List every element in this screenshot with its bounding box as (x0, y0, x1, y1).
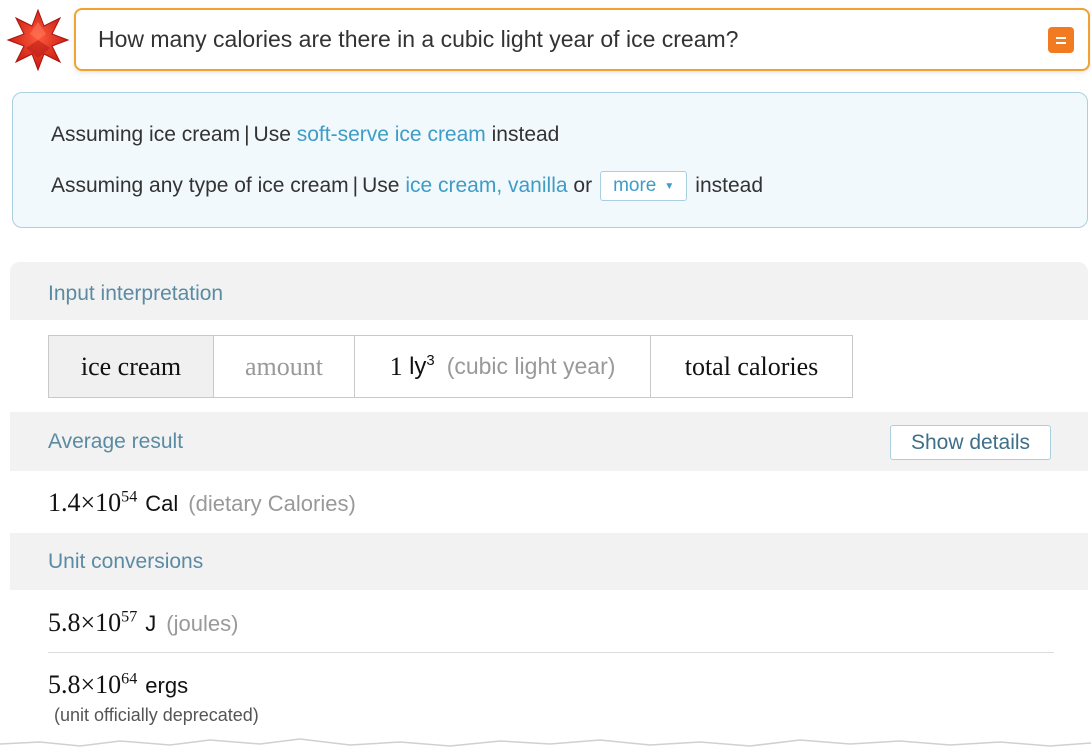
interp-cell-amount-label: amount (214, 336, 355, 397)
separator: | (352, 174, 359, 197)
conversion-unit: J (145, 611, 157, 636)
amount-number: 1 (389, 351, 403, 381)
conversion-unit: ergs (145, 673, 189, 698)
equals-icon[interactable] (1048, 27, 1074, 53)
amount-hint: (cubic light year) (446, 353, 616, 379)
amount-unit: ly3 (409, 352, 435, 380)
instead-label: instead (695, 174, 763, 197)
conversion-number: 5.8×1057 (48, 608, 138, 637)
input-interpretation-table: ice cream amount 1 ly3 (cubic light year… (48, 335, 853, 398)
conversion-row: 5.8×1064 ergs (48, 670, 188, 700)
more-label: more (613, 175, 657, 196)
torn-edge (0, 738, 1091, 752)
more-dropdown[interactable]: more ▼ (600, 171, 688, 201)
soft-serve-link[interactable]: soft-serve ice cream (297, 123, 486, 147)
or-label: or (573, 174, 593, 197)
use-label: Use (362, 174, 400, 197)
pod-title-average-result: Average result (48, 430, 184, 453)
interp-cell-amount-value: 1 ly3 (cubic light year) (355, 336, 651, 397)
wolfram-alpha-logo-icon[interactable] (6, 8, 70, 72)
interp-cell-item: ice cream (49, 336, 214, 397)
result-unit-description: (dietary Calories) (188, 491, 356, 516)
average-result-value: 1.4×1054 Cal (dietary Calories) (48, 488, 356, 518)
use-label: Use (253, 123, 291, 146)
result-number: 1.4×1054 (48, 488, 138, 517)
pod-title-input-interpretation: Input interpretation (48, 282, 224, 305)
separator: | (244, 123, 250, 146)
assumption-line: Assuming ice cream | Use soft-serve ice … (51, 123, 559, 147)
pod-title-unit-conversions: Unit conversions (48, 550, 204, 573)
interp-cell-property: total calories (684, 351, 819, 381)
results-panel: Input interpretation ice cream amount 1 … (10, 262, 1088, 752)
caret-down-icon: ▼ (664, 180, 675, 192)
instead-label: instead (491, 123, 560, 146)
assumption-line: Assuming any type of ice cream | Use ice… (51, 171, 763, 201)
query-input[interactable]: How many calories are there in a cubic l… (74, 8, 1090, 71)
vanilla-link[interactable]: ice cream, vanilla (405, 174, 567, 198)
result-unit: Cal (145, 491, 179, 516)
query-text[interactable]: How many calories are there in a cubic l… (98, 26, 738, 53)
conversion-row: 5.8×1057 J (joules) (48, 608, 238, 638)
conversion-number: 5.8×1064 (48, 670, 138, 699)
assumption-text: Assuming ice cream (51, 123, 241, 146)
conversion-unit-description: (joules) (166, 611, 239, 636)
assumption-text: Assuming any type of ice cream (51, 174, 349, 197)
row-divider (48, 652, 1054, 653)
show-details-button[interactable]: Show details (890, 425, 1051, 460)
assumptions-box: Assuming ice cream | Use soft-serve ice … (12, 92, 1088, 228)
